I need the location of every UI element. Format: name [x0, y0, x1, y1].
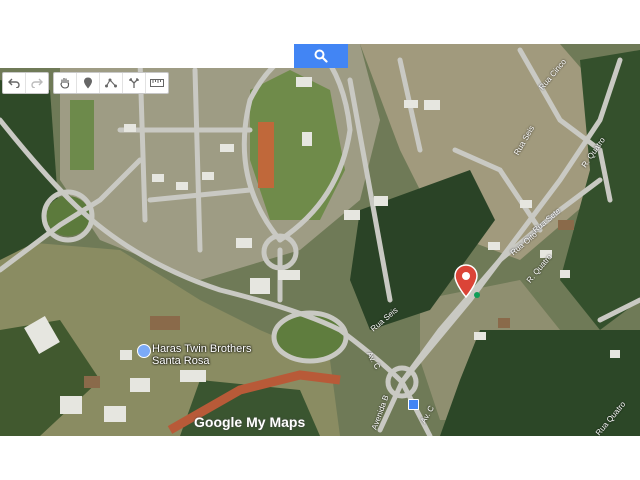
- ruler-icon: [150, 79, 164, 87]
- edit-tool-group: [53, 72, 169, 94]
- redo-button[interactable]: [26, 73, 48, 93]
- bus-stop-icon[interactable]: [408, 399, 419, 410]
- search-icon: [314, 49, 328, 63]
- select-hand-button[interactable]: [54, 73, 77, 93]
- measure-button[interactable]: [146, 73, 168, 93]
- place-pin-icon[interactable]: [137, 344, 151, 358]
- search-input[interactable]: [0, 44, 294, 68]
- redo-icon: [31, 78, 43, 88]
- search-button[interactable]: [294, 44, 348, 68]
- satellite-imagery: [0, 44, 640, 436]
- map-toolbar: [2, 72, 169, 94]
- satellite-map[interactable]: Haras Twin Brothers Santa Rosa Rua Seis …: [0, 44, 640, 436]
- marker-accent-dot: [474, 292, 480, 298]
- directions-icon: [129, 78, 139, 88]
- add-marker-icon: [84, 77, 92, 89]
- draw-line-icon: [105, 78, 117, 88]
- draw-line-button[interactable]: [100, 73, 123, 93]
- place-label[interactable]: Haras Twin Brothers Santa Rosa: [152, 343, 251, 367]
- undo-button[interactable]: [3, 73, 26, 93]
- undo-icon: [8, 78, 20, 88]
- directions-button[interactable]: [123, 73, 146, 93]
- history-tool-group: [2, 72, 49, 94]
- add-marker-button[interactable]: [77, 73, 100, 93]
- google-my-maps-logo: Google My Maps: [194, 414, 306, 430]
- search-bar: [0, 44, 348, 68]
- hand-icon: [60, 78, 70, 89]
